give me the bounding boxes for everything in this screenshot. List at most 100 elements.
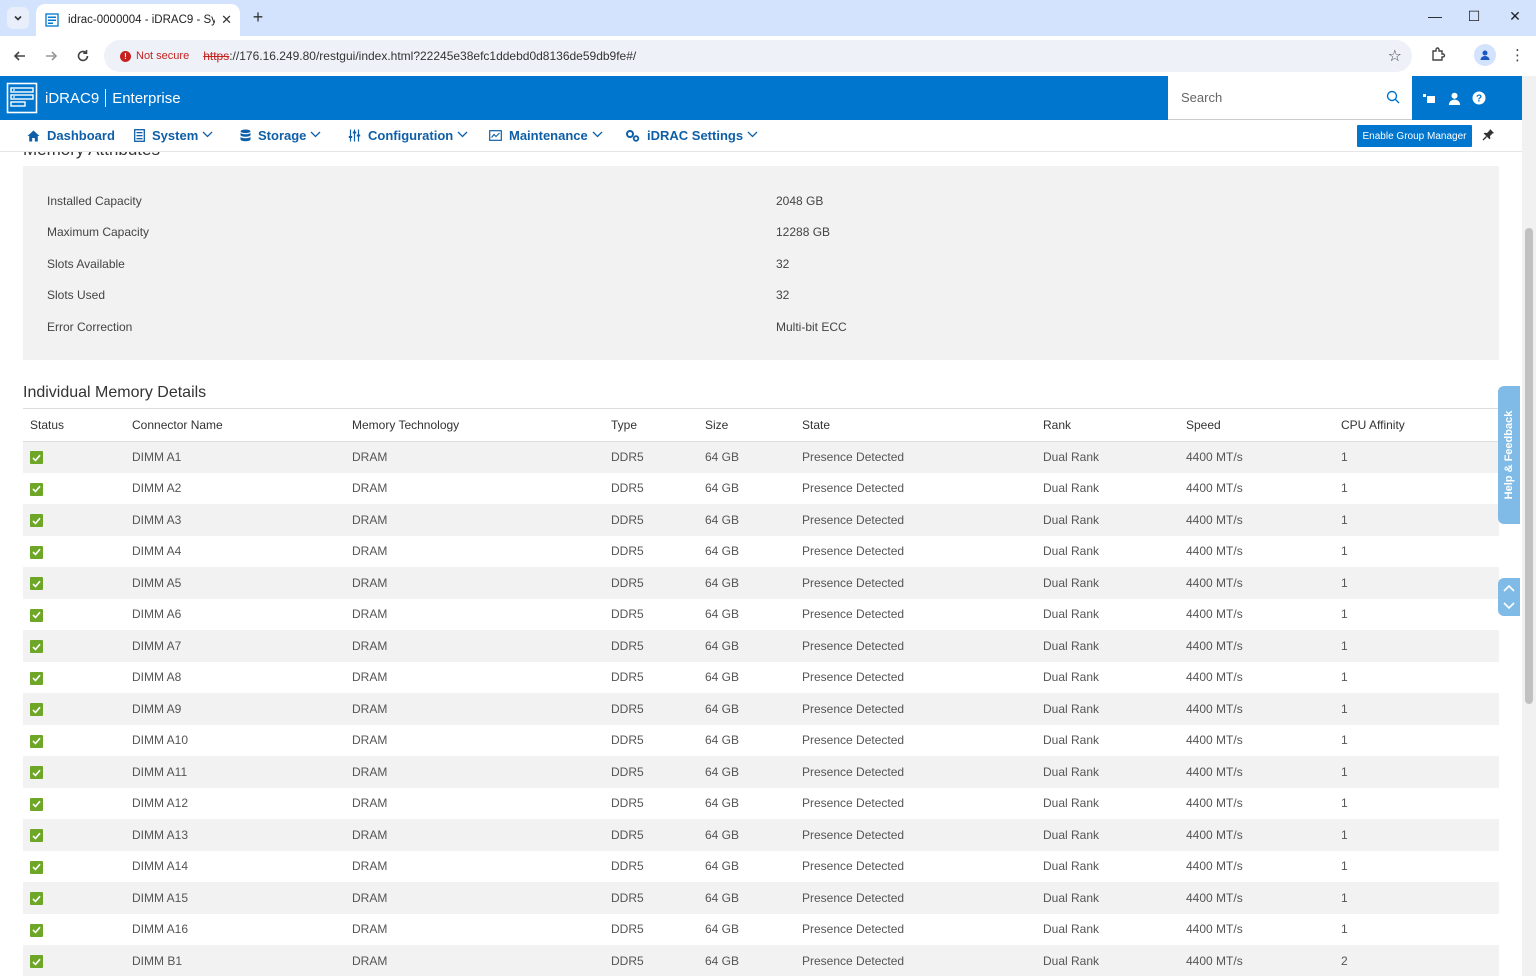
profile-avatar-icon[interactable]	[1474, 44, 1496, 66]
nav-system[interactable]: System	[134, 128, 213, 143]
browser-toolbar: ! Not secure https://176.16.249.80/restg…	[0, 36, 1536, 76]
browser-menu-icon[interactable]: ⋮	[1510, 46, 1525, 64]
connector-name-cell: DIMM A11	[132, 764, 188, 779]
status-cell	[23, 630, 125, 662]
speed-cell: 4400 MT/s	[1186, 450, 1243, 464]
status-cell	[23, 599, 125, 631]
help-feedback-tab[interactable]: Help & Feedback	[1498, 386, 1520, 524]
tab-search-button[interactable]	[7, 7, 29, 29]
connector-name-cell: DIMM A7	[132, 638, 182, 653]
scroll-down-icon[interactable]	[1502, 599, 1516, 613]
speed-cell: 4400 MT/s	[1186, 733, 1243, 748]
new-tab-icon[interactable]: +	[248, 8, 268, 26]
monitor-icon	[489, 130, 502, 141]
column-header-type[interactable]: Type	[604, 409, 698, 442]
rank-cell: Dual Rank	[1043, 607, 1100, 622]
status-ok-icon	[30, 451, 43, 465]
pin-icon[interactable]	[1482, 128, 1495, 144]
type-cell: DDR5	[611, 607, 644, 622]
help-icon[interactable]: ?	[1471, 90, 1487, 106]
column-header-status[interactable]: Status	[23, 409, 125, 442]
enable-group-manager-button[interactable]: Enable Group Manager	[1357, 125, 1472, 147]
search-icon[interactable]	[1386, 90, 1400, 104]
cpu-affinity-cell: 1	[1341, 450, 1348, 464]
status-ok-icon	[30, 671, 43, 685]
gears-icon	[626, 129, 640, 142]
nav-configuration[interactable]: Configuration	[348, 128, 468, 143]
rank-cell: Dual Rank	[1043, 670, 1100, 685]
forward-icon[interactable]	[41, 46, 61, 66]
close-icon[interactable]: ✕	[221, 12, 232, 28]
connector-name-cell: DIMM A10	[132, 733, 189, 748]
column-header-memory-technology[interactable]: Memory Technology	[345, 409, 604, 442]
connector-name-cell: DIMM A15	[132, 890, 189, 905]
nav-maintenance[interactable]: Maintenance	[489, 128, 603, 143]
speed-cell: 4400 MT/s	[1186, 890, 1243, 905]
status-cell	[23, 945, 125, 976]
attr-value: 32	[776, 257, 790, 271]
speed-cell: 4400 MT/s	[1186, 859, 1243, 874]
status-cell	[23, 536, 125, 568]
minimize-icon[interactable]: —	[1425, 8, 1445, 24]
column-header-connector-name[interactable]: Connector Name	[125, 409, 345, 442]
connector-name-cell: DIMM A12	[132, 796, 189, 811]
rank-cell: Dual Rank	[1043, 953, 1100, 968]
column-header-speed[interactable]: Speed	[1179, 409, 1334, 442]
table-row: DIMM A12 DRAM DDR5 64 GB Presence Detected Du…	[23, 788, 1499, 820]
state-cell: Presence Detected	[802, 733, 905, 748]
connector-name-cell: DIMM A5	[132, 575, 182, 590]
browser-tab-active[interactable]: idrac-0000004 - iDRAC9 - Syste ✕	[36, 4, 240, 36]
url-path: ://176.16.249.80/restgui/index.html?2224…	[229, 49, 637, 63]
nav-idrac-settings[interactable]: iDRAC Settings	[626, 128, 758, 143]
user-icon[interactable]	[1446, 90, 1462, 106]
address-bar[interactable]: ! Not secure https://176.16.249.80/restg…	[104, 40, 1412, 72]
scroll-up-icon[interactable]	[1502, 581, 1516, 595]
tasks-icon[interactable]	[1421, 90, 1437, 106]
memory-technology-cell: DRAM	[352, 827, 388, 842]
database-icon	[240, 129, 251, 142]
status-ok-icon	[30, 514, 43, 527]
reload-icon[interactable]	[73, 46, 93, 66]
bookmark-star-icon[interactable]: ☆	[1388, 46, 1402, 66]
nav-maintenance-label: Maintenance	[509, 128, 588, 143]
svg-text:?: ?	[1476, 94, 1482, 105]
nav-storage[interactable]: Storage	[240, 128, 321, 143]
window-close-icon[interactable]: ✕	[1505, 8, 1525, 25]
maximize-icon[interactable]: ☐	[1464, 8, 1484, 25]
column-header-rank[interactable]: Rank	[1036, 409, 1179, 442]
status-cell	[23, 662, 125, 694]
back-icon[interactable]	[10, 46, 30, 66]
site-info-button[interactable]: ! Not secure	[112, 44, 197, 68]
extensions-icon[interactable]	[1430, 46, 1446, 66]
search-input[interactable]	[1181, 90, 1371, 105]
state-cell: Presence Detected	[802, 481, 905, 496]
not-secure-label: Not secure	[136, 50, 190, 62]
size-cell: 64 GB	[705, 827, 740, 842]
page-scrollbar[interactable]	[1522, 76, 1536, 976]
cpu-affinity-cell: 1	[1341, 859, 1348, 874]
size-cell: 64 GB	[705, 670, 740, 685]
status-ok-icon	[30, 955, 43, 968]
cpu-affinity-cell: 1	[1341, 796, 1348, 811]
connector-name-cell: DIMM A1	[132, 450, 182, 464]
column-header-cpu-affinity[interactable]: CPU Affinity	[1334, 409, 1499, 442]
column-header-state[interactable]: State	[795, 409, 1036, 442]
column-header-size[interactable]: Size	[698, 409, 795, 442]
nav-configuration-label: Configuration	[368, 128, 454, 143]
status-ok-icon	[30, 545, 43, 559]
status-ok-icon	[30, 482, 43, 496]
size-cell: 64 GB	[705, 922, 740, 937]
attr-value: 12288 GB	[776, 225, 831, 239]
status-ok-icon	[30, 703, 43, 716]
status-ok-icon	[30, 860, 43, 874]
rank-cell: Dual Rank	[1043, 544, 1100, 559]
type-cell: DDR5	[611, 512, 644, 527]
memory-technology-cell: DRAM	[352, 890, 388, 905]
cpu-affinity-cell: 1	[1341, 607, 1348, 622]
table-row: DIMM A6 DRAM DDR5 64 GB Presence Detected Dua…	[23, 599, 1499, 631]
nav-dashboard[interactable]: Dashboard	[27, 128, 115, 143]
scrollbar-thumb[interactable]	[1525, 228, 1533, 704]
type-cell: DDR5	[611, 922, 644, 937]
speed-cell: 4400 MT/s	[1186, 575, 1243, 590]
table-row: DIMM A15 DRAM DDR5 64 GB Presence Detected Du…	[23, 882, 1499, 914]
